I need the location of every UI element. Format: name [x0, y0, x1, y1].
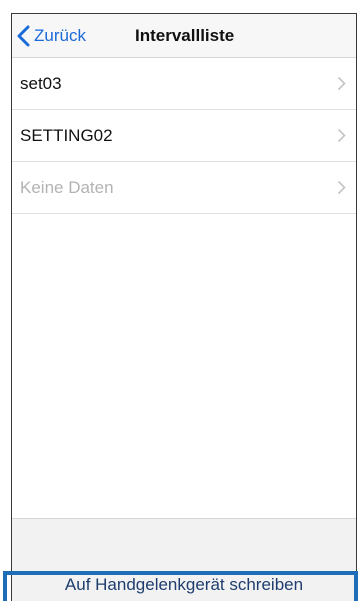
list-item-label: Keine Daten — [20, 177, 114, 197]
chevron-left-icon — [17, 25, 30, 47]
chevron-right-icon — [337, 180, 346, 195]
page-title: Intervallliste — [135, 26, 235, 45]
write-button-label: Auf Handgelenkgerät schreiben — [64, 575, 304, 594]
list-item-label: set03 — [20, 73, 62, 93]
chevron-right-icon — [337, 128, 346, 143]
screen: Zurück Intervallliste set03 SETTING02 Ke… — [0, 0, 361, 603]
list-item-setting02[interactable]: SETTING02 — [12, 110, 356, 162]
write-to-wrist-device-button[interactable]: Auf Handgelenkgerät schreiben — [12, 575, 356, 601]
list-item-label: SETTING02 — [20, 125, 113, 145]
back-button[interactable]: Zurück — [16, 22, 86, 50]
interval-list: set03 SETTING02 Keine Daten — [12, 58, 356, 214]
chevron-right-icon — [337, 76, 346, 91]
list-item-set03[interactable]: set03 — [12, 58, 356, 110]
back-button-label: Zurück — [34, 26, 86, 45]
list-item-no-data[interactable]: Keine Daten — [12, 162, 356, 214]
navigation-bar: Zurück Intervallliste — [12, 14, 356, 58]
